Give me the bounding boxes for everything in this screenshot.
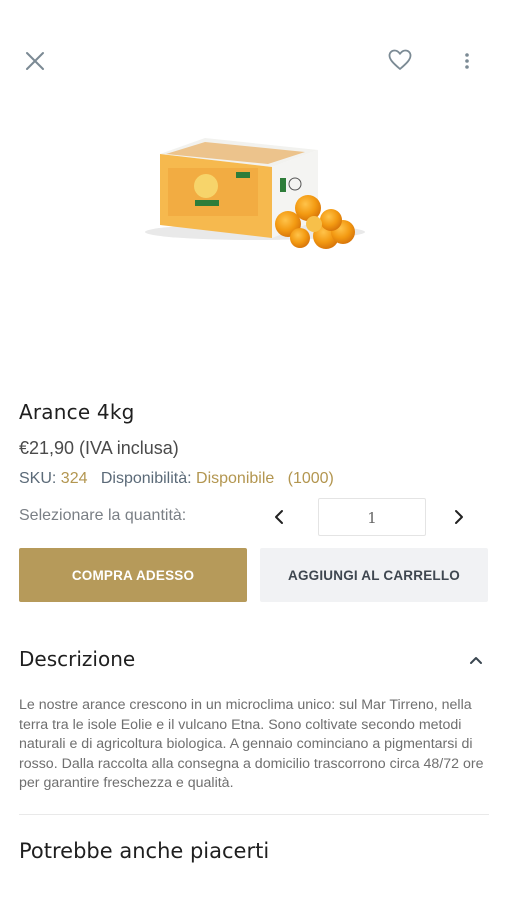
more-vertical-icon (465, 53, 469, 69)
availability-count: (1000) (287, 470, 334, 487)
add-to-cart-button[interactable]: AGGIUNGI AL CARRELLO (260, 548, 488, 602)
more-options-button[interactable] (452, 44, 482, 78)
sku-label: SKU: (19, 470, 57, 487)
description-heading: Descrizione (19, 647, 136, 671)
description-text: Le nostre arance crescono in un microcli… (19, 697, 484, 792)
quantity-decrease-button[interactable] (264, 502, 294, 532)
quantity-label: Selezionare la quantità: (19, 507, 187, 524)
close-button[interactable] (18, 44, 52, 78)
product-image (0, 120, 506, 370)
buy-now-button[interactable]: COMPRA ADESSO (19, 548, 247, 602)
description-collapse-button[interactable] (462, 646, 490, 674)
chevron-right-icon (455, 510, 463, 524)
quantity-increase-button[interactable] (444, 502, 474, 532)
product-price: €21,90 (IVA inclusa) (19, 438, 179, 458)
related-heading: Potrebbe anche piacerti (19, 839, 270, 863)
quantity-input[interactable]: 1 (318, 498, 426, 536)
product-title: Arance 4kg (19, 400, 135, 424)
chevron-up-icon (470, 657, 482, 664)
favorite-button[interactable] (382, 42, 418, 78)
availability-value: Disponibile (196, 470, 275, 487)
close-icon (26, 52, 44, 70)
divider (19, 814, 489, 815)
heart-outline-icon (388, 49, 412, 70)
sku-availability-row: SKU: 324 Disponibilità: Disponibile (100… (19, 470, 334, 488)
top-bar (0, 0, 506, 120)
sku-value: 324 (60, 470, 88, 487)
chevron-left-icon (275, 510, 283, 524)
box-of-oranges-image (145, 138, 365, 249)
availability-label: Disponibilità: (100, 470, 192, 487)
